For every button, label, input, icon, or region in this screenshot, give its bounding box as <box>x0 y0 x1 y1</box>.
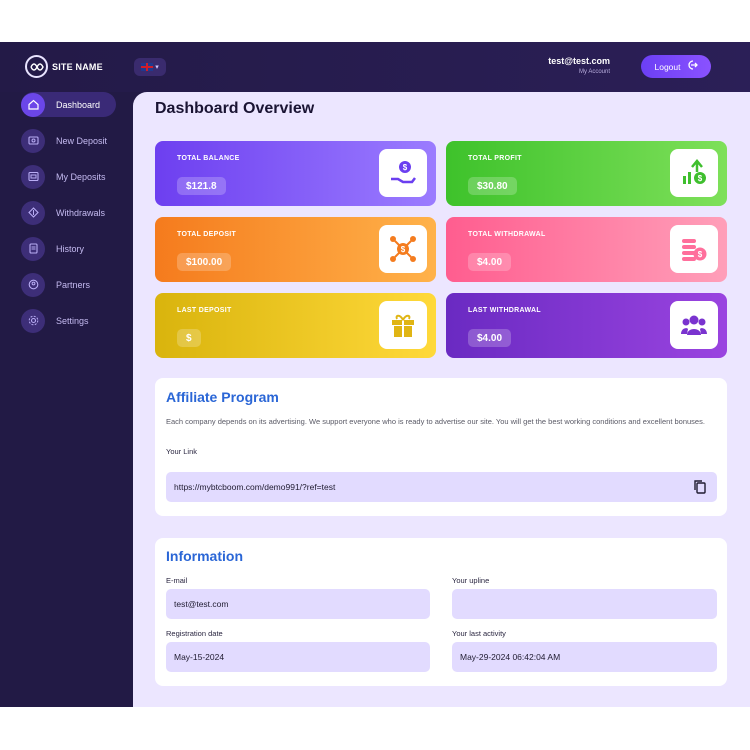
last-activity-label: Your last activity <box>452 629 506 638</box>
sidebar-item-label: Withdrawals <box>56 207 106 218</box>
withdraw-icon <box>21 200 45 225</box>
main-content: Dashboard Overview TOTAL BALANCE $121.8 … <box>133 92 750 707</box>
email-label: E-mail <box>166 576 188 585</box>
account-link[interactable]: My Account <box>548 69 610 75</box>
sidebar-item-my-deposits[interactable]: My Deposits <box>21 164 116 189</box>
uk-flag-icon <box>141 63 154 71</box>
upline-field[interactable] <box>452 589 717 619</box>
information-title: Information <box>166 548 243 564</box>
link-label: Your Link <box>166 447 197 456</box>
card-total-profit: TOTAL PROFIT $30.80 $ <box>446 141 727 206</box>
app-frame: SITE NAME ▾ test@test.com My Account Log… <box>0 42 750 707</box>
card-value: $30.80 <box>468 177 517 195</box>
page-title: Dashboard Overview <box>155 100 315 117</box>
account-menu[interactable]: test@test.com My Account <box>548 56 610 75</box>
card-label: TOTAL WITHDRAWAL <box>468 231 546 238</box>
network-dollar-icon: $ <box>379 225 427 273</box>
sidebar-item-history[interactable]: History <box>21 236 116 261</box>
chevron-down-icon: ▾ <box>155 64 159 71</box>
sidebar-item-label: New Deposit <box>56 135 108 146</box>
card-value: $4.00 <box>468 329 512 347</box>
top-bar: SITE NAME ▾ test@test.com My Account Log… <box>0 42 750 92</box>
card-value: $ <box>177 329 201 347</box>
partners-icon <box>21 272 45 297</box>
logout-label: Logout <box>654 61 681 72</box>
history-icon <box>21 236 45 261</box>
svg-text:$: $ <box>698 174 703 183</box>
referral-link-value: https://mybtcboom.com/demo991/?ref=test <box>174 482 336 492</box>
logout-button[interactable]: Logout <box>641 55 711 78</box>
card-label: TOTAL PROFIT <box>468 155 522 162</box>
logo[interactable]: SITE NAME <box>25 55 103 78</box>
sidebar-item-partners[interactable]: Partners <box>21 272 116 297</box>
sidebar-item-label: Settings <box>56 315 89 326</box>
wallet-icon <box>21 164 45 189</box>
home-icon <box>21 92 45 117</box>
card-label: LAST DEPOSIT <box>177 307 232 314</box>
card-total-deposit: TOTAL DEPOSIT $100.00 $ <box>155 217 436 282</box>
affiliate-panel: Affiliate Program Each company depends o… <box>155 378 727 516</box>
coins-stack-icon: $ <box>670 225 718 273</box>
card-total-withdrawal: TOTAL WITHDRAWAL $4.00 $ <box>446 217 727 282</box>
gear-icon <box>21 308 45 333</box>
sidebar-item-label: Partners <box>56 279 91 290</box>
sidebar-item-label: History <box>56 243 85 254</box>
affiliate-description: Each company depends on its advertising.… <box>166 417 705 426</box>
registration-date-field[interactable]: May-15-2024 <box>166 642 430 672</box>
logo-icon <box>25 55 48 78</box>
email-field[interactable]: test@test.com <box>166 589 430 619</box>
last-activity-field[interactable]: May-29-2024 06:42:04 AM <box>452 642 717 672</box>
growth-chart-icon: $ <box>670 149 718 197</box>
sidebar-item-settings[interactable]: Settings <box>21 308 116 333</box>
affiliate-title: Affiliate Program <box>166 389 279 405</box>
sidebar-item-new-deposit[interactable]: New Deposit <box>21 128 116 153</box>
card-label: TOTAL BALANCE <box>177 155 240 162</box>
card-value: $100.00 <box>177 253 232 271</box>
upline-label: Your upline <box>452 576 490 585</box>
sidebar-item-label: My Deposits <box>56 171 106 182</box>
money-hand-icon: $ <box>379 149 427 197</box>
account-email: test@test.com <box>548 56 610 66</box>
information-panel: Information E-mail test@test.com Your up… <box>155 538 727 686</box>
card-label: TOTAL DEPOSIT <box>177 231 237 238</box>
card-label: LAST WITHDRAWAL <box>468 307 541 314</box>
sidebar-item-label: Dashboard <box>56 99 101 110</box>
card-value: $4.00 <box>468 253 512 271</box>
svg-text:$: $ <box>698 250 703 259</box>
registration-date-value: May-15-2024 <box>174 652 225 662</box>
deposit-icon <box>21 128 45 153</box>
card-total-balance: TOTAL BALANCE $121.8 $ <box>155 141 436 206</box>
email-value: test@test.com <box>174 599 229 609</box>
gift-icon <box>379 301 427 349</box>
copy-icon[interactable] <box>693 479 707 495</box>
card-value: $121.8 <box>177 177 226 195</box>
site-name: SITE NAME <box>52 61 103 72</box>
sidebar-item-dashboard[interactable]: Dashboard <box>21 92 116 117</box>
card-last-deposit: LAST DEPOSIT $ <box>155 293 436 358</box>
card-last-withdrawal: LAST WITHDRAWAL $4.00 <box>446 293 727 358</box>
referral-link-field[interactable]: https://mybtcboom.com/demo991/?ref=test <box>166 472 717 502</box>
registration-date-label: Registration date <box>166 629 223 638</box>
svg-text:$: $ <box>403 163 408 172</box>
logout-icon <box>687 60 698 73</box>
users-icon <box>670 301 718 349</box>
sidebar: Dashboard New Deposit My Deposits Withdr… <box>0 92 133 707</box>
svg-text:$: $ <box>401 245 406 254</box>
last-activity-value: May-29-2024 06:42:04 AM <box>460 652 561 662</box>
sidebar-item-withdrawals[interactable]: Withdrawals <box>21 200 116 225</box>
language-selector[interactable]: ▾ <box>134 58 166 76</box>
